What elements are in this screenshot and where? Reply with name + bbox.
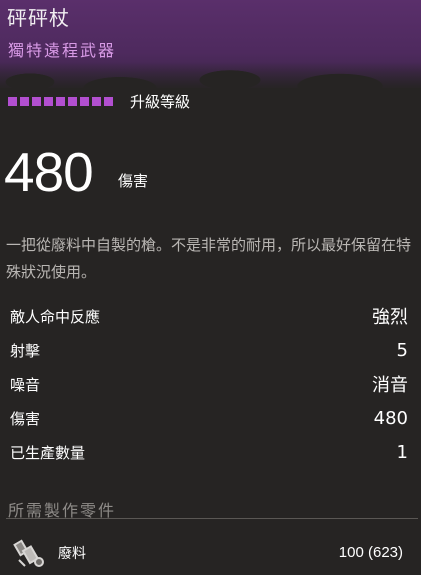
stat-row-damage: 傷害 480 bbox=[10, 401, 408, 435]
upgrade-pip bbox=[8, 96, 17, 106]
scrap-icon bbox=[13, 536, 47, 570]
stats-list: 敵人命中反應 強烈 射擊 5 噪音 消音 傷害 480 已生產數量 1 bbox=[10, 299, 408, 469]
stat-value: 強烈 bbox=[372, 307, 408, 328]
damage-value: 480 bbox=[4, 141, 94, 203]
item-rarity: 獨特遠程武器 bbox=[8, 41, 117, 60]
stat-label: 射擊 bbox=[10, 341, 41, 360]
stat-row-hit-reaction: 敵人命中反應 強烈 bbox=[10, 299, 408, 333]
stat-row-noise: 噪音 消音 bbox=[10, 367, 408, 401]
upgrade-pip bbox=[32, 96, 41, 106]
upgrade-pip bbox=[20, 96, 29, 106]
stat-value: 1 bbox=[396, 441, 408, 463]
stat-label: 傷害 bbox=[10, 409, 41, 428]
damage-unit: 傷害 bbox=[118, 172, 149, 190]
stat-value: 5 bbox=[396, 339, 408, 361]
item-description: 一把從廢料中自製的槍。不是非常的耐用，所以最好保留在特殊狀況使用。 bbox=[6, 236, 412, 281]
stat-value: 消音 bbox=[372, 375, 408, 396]
upgrade-pip bbox=[56, 96, 65, 106]
stat-label: 噪音 bbox=[10, 375, 41, 394]
upgrade-pip bbox=[80, 96, 89, 106]
upgrade-pips bbox=[8, 96, 113, 106]
upgrade-pip bbox=[104, 96, 113, 106]
requirement-item-name: 廢料 bbox=[58, 546, 86, 562]
stat-label: 已生產數量 bbox=[10, 443, 86, 462]
upgrade-pip bbox=[68, 96, 77, 106]
upgrade-label: 升級等級 bbox=[130, 92, 191, 111]
requirement-item-count: 100 (623) bbox=[338, 544, 403, 561]
upgrade-pip bbox=[44, 96, 53, 106]
upgrade-level-row: 升級等級 bbox=[8, 91, 190, 111]
stat-label: 敵人命中反應 bbox=[10, 307, 101, 326]
stat-value: 480 bbox=[373, 407, 408, 429]
upgrade-pip bbox=[92, 96, 101, 106]
stat-row-produced: 已生產數量 1 bbox=[10, 435, 408, 469]
requirements-divider bbox=[6, 518, 418, 519]
stat-row-shots: 射擊 5 bbox=[10, 333, 408, 367]
item-name: 砰砰杖 bbox=[7, 6, 70, 30]
